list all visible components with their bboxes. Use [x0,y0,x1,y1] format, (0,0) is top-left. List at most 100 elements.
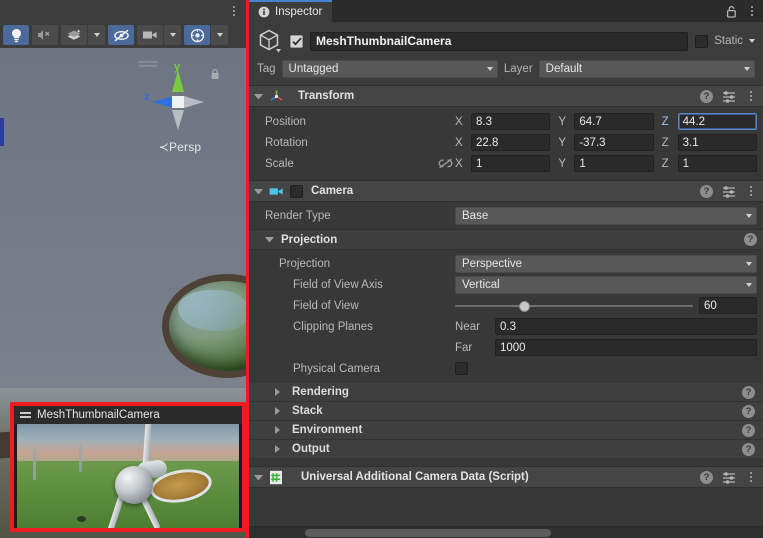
fov-slider[interactable] [455,299,693,313]
transform-position-row: Position X 8.3 Y 64.7 Z 44.2 [249,111,763,132]
projection-dropdown[interactable]: Perspective [455,254,757,273]
scene-camera-dropdown[interactable] [164,25,181,45]
foldout-collapsed-icon[interactable] [275,388,284,396]
eye-slash-icon [113,29,129,41]
preset-settings-icon[interactable] [722,185,736,198]
help-icon[interactable]: ? [700,89,713,103]
constrain-proportions-off-icon[interactable] [435,158,455,169]
camera-enabled-checkbox[interactable] [290,184,303,198]
kebab-menu-icon[interactable] [228,4,240,18]
help-icon[interactable]: ? [700,470,713,484]
foldout-icon[interactable] [254,474,263,480]
foldout-icon[interactable] [265,237,274,242]
projection-section-header[interactable]: Projection ? [249,229,763,250]
layer-dropdown[interactable]: Default [538,60,756,78]
scene-hidden-objects-toggle[interactable] [108,25,134,45]
kebab-menu-icon[interactable] [745,470,757,484]
gizmo-projection-label[interactable]: ≺Persp [136,140,224,154]
clipping-far-input[interactable]: 1000 [495,339,757,356]
chevron-down-icon[interactable] [749,39,755,43]
horizontal-scrollbar[interactable] [249,526,763,538]
scene-gizmos-dropdown[interactable] [211,25,228,45]
static-checkbox[interactable] [695,34,709,48]
csharp-script-icon [270,470,282,484]
padlock-open-icon[interactable] [726,5,737,18]
gameobject-name-input[interactable]: MeshThumbnailCamera [310,31,689,51]
preset-settings-icon[interactable] [722,90,736,103]
far-label: Far [455,341,473,354]
physical-camera-checkbox[interactable] [455,362,468,375]
scene-audio-toggle[interactable] [32,25,58,45]
scene-gizmos-toggle[interactable] [184,25,210,45]
rotation-z-input[interactable]: 3.1 [677,134,757,151]
transform-header[interactable]: Transform ? [249,85,763,107]
tab-inspector[interactable]: Inspector [249,0,333,22]
scale-x-input[interactable]: 1 [471,155,551,172]
chevron-down-icon [169,33,176,37]
camera-preview-window[interactable]: MeshThumbnailCamera [10,402,246,532]
preset-settings-icon[interactable] [722,471,736,484]
cube-icon[interactable] [257,28,283,54]
physical-camera-row: Physical Camera [249,358,763,379]
foldout-icon[interactable] [254,188,263,194]
transform-body: Position X 8.3 Y 64.7 Z 44.2 Rotation X … [249,107,763,180]
tag-dropdown[interactable]: Untagged [281,60,498,78]
preview-distant-turbine-1 [32,448,36,481]
fov-label: Field of View [293,299,359,312]
foldout-collapsed-icon[interactable] [275,407,284,415]
scale-z-input[interactable]: 1 [677,155,757,172]
camera-preview-titlebar[interactable]: MeshThumbnailCamera [14,406,242,424]
scene-lighting-toggle[interactable] [3,25,29,45]
rendering-section-header[interactable]: Rendering ? [249,383,763,402]
gameobject-enabled-checkbox[interactable] [290,34,303,48]
projection-section-title: Projection [281,233,338,246]
scale-y-input[interactable]: 1 [574,155,654,172]
axis-label-x: X [455,157,463,170]
scene-camera-toggle[interactable] [137,25,163,45]
output-section-header[interactable]: Output ? [249,440,763,459]
position-z-input[interactable]: 44.2 [677,113,757,130]
kebab-menu-icon[interactable] [746,4,758,18]
script-component-header[interactable]: Universal Additional Camera Data (Script… [249,466,763,488]
fov-slider-handle[interactable] [519,300,531,312]
help-icon[interactable]: ? [742,404,755,418]
fov-axis-dropdown[interactable]: Vertical [455,275,757,294]
foldout-collapsed-icon[interactable] [275,445,284,453]
preview-turbine-hub [114,465,153,504]
kebab-menu-icon[interactable] [745,89,757,103]
inspector-tabbar-actions [726,0,758,22]
kebab-menu-icon[interactable] [745,184,757,198]
foldout-icon[interactable] [254,93,263,99]
environment-section-header[interactable]: Environment ? [249,421,763,440]
fov-value-input[interactable]: 60 [699,297,757,314]
stack-section-header[interactable]: Stack ? [249,402,763,421]
projection-row: Projection Perspective [249,253,763,274]
help-icon[interactable]: ? [744,233,757,246]
environment-label: Environment [292,424,363,436]
help-icon[interactable]: ? [742,442,755,456]
clipping-near-input[interactable]: 0.3 [495,318,757,335]
render-type-dropdown[interactable]: Base [455,206,757,225]
help-icon[interactable]: ? [742,423,755,437]
projection-section-body: Projection Perspective Field of View Axi… [249,250,763,383]
render-type-label: Render Type [265,209,331,222]
camera-header[interactable]: Camera ? [249,180,763,202]
scene-orientation-gizmo[interactable]: y z ≺Persp [132,58,224,163]
position-x-input[interactable]: 8.3 [471,113,551,130]
lock-icon[interactable] [210,68,220,80]
rotation-x-input[interactable]: 22.8 [471,134,551,151]
position-y-input[interactable]: 64.7 [574,113,654,130]
scene-fx-toggle[interactable] [61,25,87,45]
tab-inspector-label: Inspector [275,6,323,18]
transform-title: Transform [298,90,355,102]
foldout-collapsed-icon[interactable] [275,426,284,434]
component-transform: Transform ? Position X 8.3 Y 64.7 Z 44.2… [249,85,763,180]
help-icon[interactable]: ? [742,385,755,399]
drag-grip-icon[interactable] [20,412,31,418]
scrollbar-thumb[interactable] [305,529,551,537]
gizmo-menu-lines-icon [138,61,158,67]
scene-fx-dropdown[interactable] [88,25,105,45]
help-icon[interactable]: ? [700,184,713,198]
camera-icon [269,187,283,195]
rotation-y-input[interactable]: -37.3 [574,134,654,151]
